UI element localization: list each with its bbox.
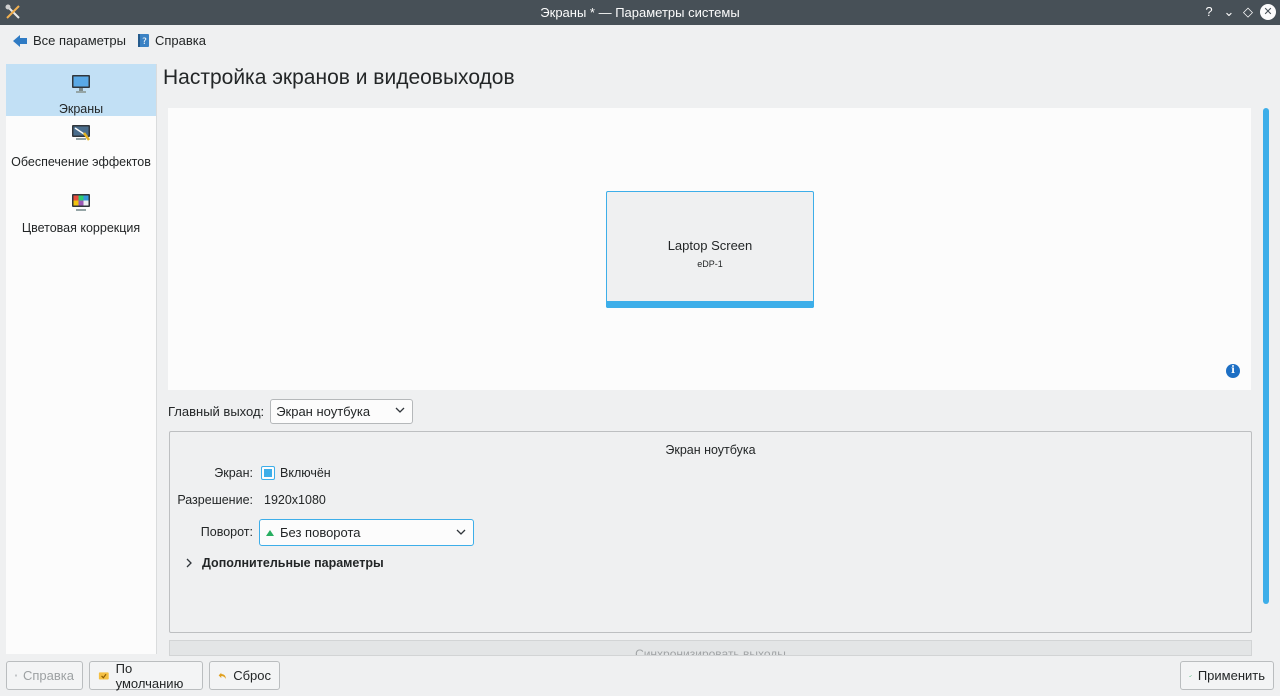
primary-output-row: Главный выход: Экран ноутбука — [168, 398, 414, 424]
reset-label: Сброс — [233, 668, 271, 683]
sidebar-item-label: Обеспечение эффектов — [11, 155, 151, 169]
rotation-value: Без поворота — [280, 525, 361, 540]
checkmark-icon — [1189, 674, 1192, 677]
compositor-icon — [72, 125, 91, 141]
all-settings-button[interactable]: Все параметры — [12, 33, 126, 48]
sidebar: Экраны Обеспечение эффектов Цветовая кор… — [6, 64, 157, 654]
sidebar-item-color-correction[interactable]: Цветовая коррекция — [6, 192, 156, 235]
sync-outputs-button[interactable]: Синхронизировать выходы — [169, 640, 1252, 656]
close-button[interactable]: ✕ — [1260, 4, 1276, 20]
advanced-settings-label: Дополнительные параметры — [202, 556, 384, 570]
minimize-button[interactable]: ⌄ — [1221, 4, 1237, 20]
rotation-select[interactable]: Без поворота — [259, 519, 474, 546]
output-settings-group: Экран ноутбука Экран: Включён Разрешение… — [169, 431, 1252, 633]
rotation-arrow-up-icon — [266, 529, 274, 536]
help-toolbar-button[interactable]: ? Справка — [137, 33, 206, 48]
apply-label: Применить — [1197, 668, 1265, 683]
info-icon[interactable]: i — [1226, 364, 1240, 378]
rotation-label: Поворот: — [200, 525, 253, 539]
primary-output-label: Главный выход: — [168, 403, 265, 419]
defaults-label: По умолчанию — [115, 660, 184, 691]
resolution-label: Разрешение: — [177, 493, 253, 507]
help-toolbar-label: Справка — [155, 33, 206, 48]
context-help-button[interactable]: ? — [1201, 4, 1217, 20]
back-arrow-icon — [13, 34, 27, 47]
advanced-settings-expander[interactable]: Дополнительные параметры — [184, 556, 384, 570]
monitor-icon — [72, 75, 90, 93]
reset-button[interactable]: Сброс — [209, 661, 280, 690]
defaults-icon — [98, 672, 109, 680]
enabled-label: Экран: — [214, 466, 253, 480]
screen-layout-preview[interactable]: Laptop Screen eDP-1 i — [168, 108, 1251, 390]
help-book-icon — [15, 674, 17, 677]
chevron-down-icon — [395, 407, 405, 413]
sidebar-item-displays[interactable]: Экраны — [6, 64, 156, 116]
bottom-button-bar: Справка По умолчанию Сброс Применить — [0, 656, 1280, 696]
primary-output-value: Экран ноутбука — [276, 403, 371, 419]
screen-connector-id: eDP-1 — [697, 259, 723, 269]
apply-button[interactable]: Применить — [1180, 661, 1274, 690]
sidebar-item-label: Экраны — [58, 102, 104, 116]
chevron-down-icon — [456, 529, 466, 535]
vertical-scrollbar[interactable] — [1263, 108, 1269, 604]
toolbar: Все параметры ? Справка — [0, 25, 1280, 57]
defaults-button[interactable]: По умолчанию — [89, 660, 203, 691]
help-book-icon: ? — [138, 34, 149, 47]
enabled-value[interactable]: Включён — [280, 466, 331, 480]
output-group-title: Экран ноутбука — [665, 443, 756, 457]
all-settings-label: Все параметры — [33, 33, 127, 48]
sidebar-item-label: Цветовая коррекция — [21, 221, 141, 235]
color-correction-icon — [72, 194, 90, 211]
chevron-right-icon — [186, 558, 192, 568]
enabled-checkbox[interactable] — [261, 466, 275, 480]
screen-name: Laptop Screen — [667, 238, 753, 253]
laptop-screen-tile[interactable]: Laptop Screen eDP-1 — [606, 191, 814, 308]
resolution-value: 1920x1080 — [264, 493, 326, 507]
primary-output-select[interactable]: Экран ноутбука — [270, 398, 414, 424]
footer-help-button[interactable]: Справка — [6, 661, 83, 690]
undo-icon — [218, 672, 226, 679]
sidebar-item-compositor[interactable]: Обеспечение эффектов — [6, 122, 156, 184]
page-title: Настройка экранов и видеовыходов — [163, 66, 515, 89]
svg-text:?: ? — [142, 37, 147, 47]
window-titlebar: Экраны * — Параметры системы ? ⌄ ◇ ✕ — [0, 0, 1280, 25]
window-title: Экраны * — Параметры системы — [540, 5, 740, 20]
footer-help-label: Справка — [23, 668, 74, 683]
screen-selection-bar — [606, 301, 814, 308]
maximize-button[interactable]: ◇ — [1240, 4, 1256, 20]
